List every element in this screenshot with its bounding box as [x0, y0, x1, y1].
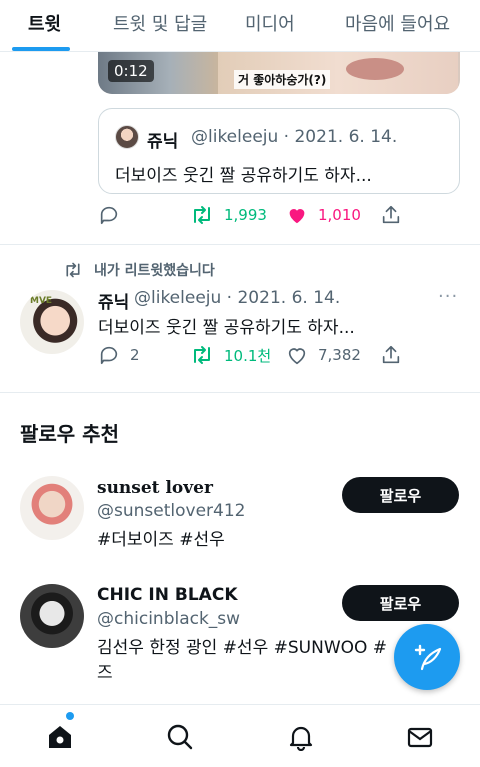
avatar[interactable]: MVE: [20, 290, 84, 354]
video-duration: 0:12: [108, 60, 154, 82]
suggestion-handle: @chicinblack_sw: [97, 609, 241, 629]
bell-icon: [289, 726, 313, 752]
tab-likes[interactable]: 마음에 들어요: [345, 10, 450, 36]
mail-icon: [407, 727, 433, 748]
follow-button[interactable]: 팔로우: [342, 477, 459, 513]
reply-count: 2: [130, 346, 140, 364]
tweet-handle-date: @likeleeju · 2021. 6. 14.: [134, 288, 341, 308]
search-icon: [167, 724, 193, 750]
video-subtitle: 거 좋아하숭가(?): [234, 70, 331, 89]
divider: [0, 244, 480, 245]
tab-tweets[interactable]: 트윗: [28, 10, 61, 36]
compose-tweet-icon: [414, 644, 442, 671]
quoted-tweet-card[interactable]: 쥬닉 @likeleeju · 2021. 6. 14. 더보이즈 웃긴 짤 공…: [98, 108, 460, 194]
retweet-button[interactable]: 10.1천: [190, 344, 271, 366]
follow-suggestions-title: 팔로우 추천: [20, 422, 119, 446]
nav-home[interactable]: [46, 723, 74, 751]
retweet-icon: [194, 346, 210, 364]
notification-dot: [66, 712, 74, 720]
retweet-icon: [66, 262, 80, 278]
nav-messages[interactable]: [406, 723, 434, 751]
tweet-text: 더보이즈 웃긴 짤 공유하기도 하자...: [98, 318, 355, 338]
retweet-count: 1,993: [224, 206, 267, 224]
retweet-button[interactable]: 1,993: [190, 204, 267, 226]
quoted-tweet-text: 더보이즈 웃긴 짤 공유하기도 하자...: [115, 166, 372, 186]
divider: [0, 392, 480, 393]
like-button[interactable]: 1,010: [286, 204, 361, 226]
like-count: 7,382: [318, 346, 361, 364]
suggestion-bio: 김선우 한정 광인 #선우 #SUNWOO #: [97, 638, 388, 658]
home-icon: [49, 726, 71, 748]
retweet-count: 10.1천: [224, 346, 272, 365]
suggestion-name[interactable]: CHIC IN BLACK: [97, 585, 238, 605]
avatar[interactable]: [20, 476, 84, 540]
share-icon: [382, 345, 400, 364]
share-icon: [382, 205, 400, 224]
heart-filled-icon: [289, 209, 305, 224]
reply-button[interactable]: 2: [98, 344, 140, 366]
quoted-author-name: 쥬닉: [147, 132, 179, 152]
tweet-video-thumbnail[interactable]: 0:12 거 좋아하숭가(?): [98, 52, 460, 94]
heart-icon: [288, 348, 306, 365]
tab-media[interactable]: 미디어: [245, 10, 295, 36]
avatar: [115, 125, 139, 149]
nav-search[interactable]: [166, 723, 194, 751]
share-button[interactable]: [380, 344, 402, 366]
compose-tweet-button[interactable]: [394, 624, 460, 690]
retweeted-text: 내가 리트윗했습니다: [94, 263, 215, 279]
suggestion-name[interactable]: sunset lover: [97, 478, 213, 498]
more-options-icon[interactable]: ···: [438, 286, 458, 307]
reply-icon: [100, 206, 118, 225]
like-count: 1,010: [318, 206, 361, 224]
retweeted-by-label: 내가 리트윗했습니다: [62, 260, 215, 280]
video-face-detail: [346, 58, 404, 80]
suggestion-handle: @sunsetlover412: [97, 501, 246, 521]
reply-icon: [100, 346, 118, 365]
profile-tabs: 트윗 트윗 및 답글 미디어 마음에 들어요: [0, 0, 480, 52]
like-button[interactable]: 7,382: [286, 344, 361, 366]
tab-tweets-replies[interactable]: 트윗 및 답글: [113, 10, 207, 36]
tweet-author-name[interactable]: 쥬닉: [98, 288, 129, 313]
active-tab-indicator: [12, 47, 70, 51]
tweet-actions: 2 10.1천 7,382: [98, 344, 400, 368]
retweet-icon: [194, 206, 210, 224]
quoted-handle-date: @likeleeju · 2021. 6. 14.: [191, 127, 398, 147]
share-button[interactable]: [380, 204, 402, 226]
reply-button[interactable]: [98, 204, 120, 226]
suggestion-bio: #더보이즈 #선우: [97, 530, 225, 550]
suggestion-bio-continued: 즈: [97, 663, 113, 683]
avatar-tag: MVE: [30, 296, 53, 306]
avatar[interactable]: [20, 584, 84, 648]
tweet-actions: 1,993 1,010: [98, 204, 400, 228]
nav-notifications[interactable]: [287, 723, 315, 752]
follow-button[interactable]: 팔로우: [342, 585, 459, 621]
